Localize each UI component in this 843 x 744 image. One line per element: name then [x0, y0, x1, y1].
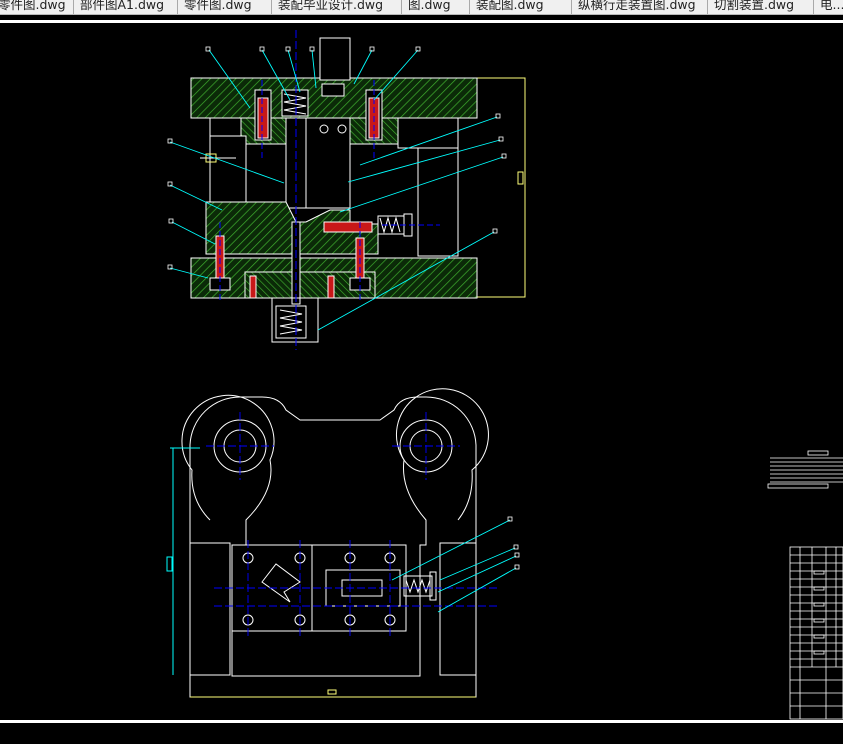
section-view: [167, 30, 526, 350]
cad-drawing-canvas[interactable]: [0, 0, 843, 744]
title-block: [767, 450, 843, 720]
plan-view: [166, 388, 489, 698]
